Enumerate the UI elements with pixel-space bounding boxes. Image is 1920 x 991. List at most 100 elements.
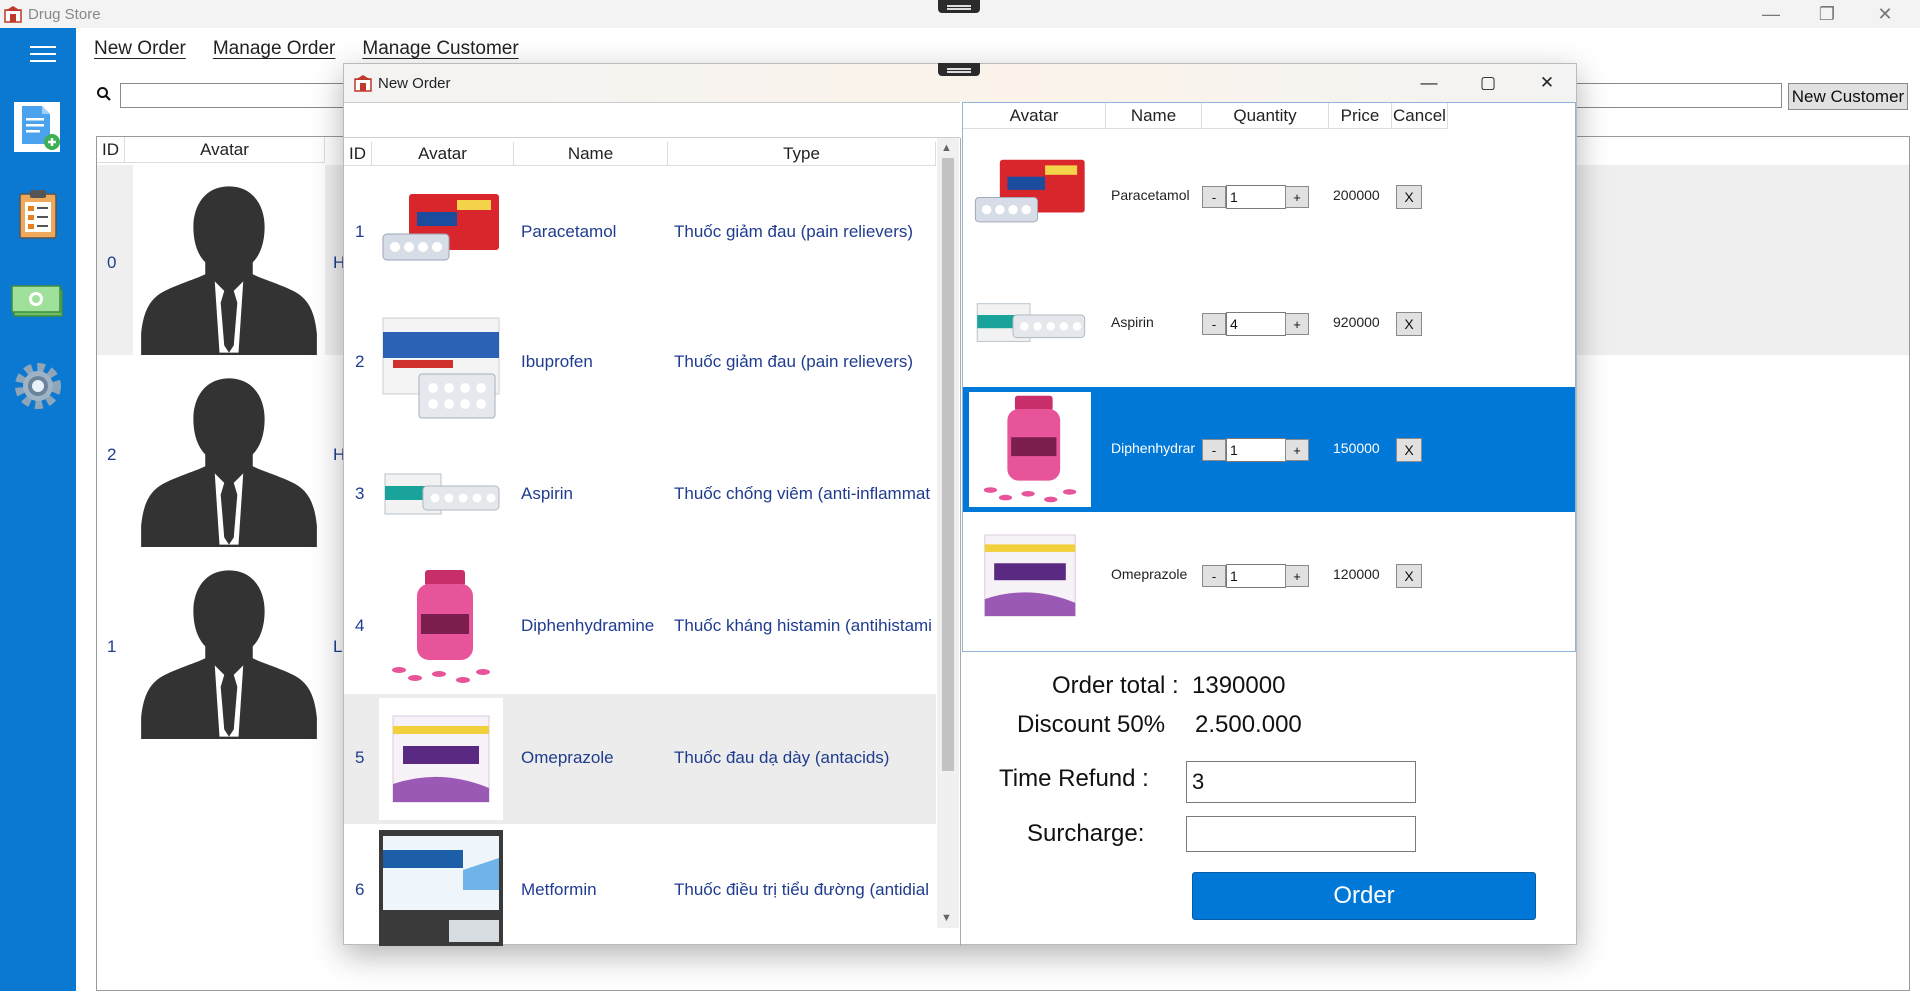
table-row[interactable]: 4 Diphenhydramine Thuốc kháng histamin (…: [344, 562, 936, 692]
drug-avatar: [984, 534, 1076, 617]
drug-id: 3: [355, 484, 365, 503]
time-refund-input[interactable]: 3: [1186, 761, 1416, 803]
hamburger-menu-icon[interactable]: [30, 46, 56, 64]
order-total-value: 1390000: [1192, 672, 1286, 699]
quantity-increase-button[interactable]: +: [1285, 439, 1309, 461]
new-customer-button[interactable]: New Customer: [1788, 83, 1908, 110]
drug-type: Thuốc đau dạ dày (antacids): [674, 748, 890, 767]
col-header-quantity[interactable]: Quantity: [1202, 103, 1329, 129]
drug-avatar: [379, 830, 503, 946]
cart-item-name: Diphenhydramine: [1111, 440, 1195, 456]
quantity-input[interactable]: 4: [1226, 312, 1286, 336]
cart-item-name: Aspirin: [1111, 314, 1154, 330]
quantity-decrease-button[interactable]: -: [1202, 439, 1226, 461]
quantity-decrease-button[interactable]: -: [1202, 313, 1226, 335]
table-row[interactable]: 5 Omeprazole Thuốc đau dạ dày (antacids): [344, 694, 936, 824]
col-header-avatar[interactable]: Avatar: [372, 142, 514, 166]
customer-id: 1: [107, 637, 117, 656]
col-header-id[interactable]: ID: [344, 142, 372, 166]
minimize-icon[interactable]: —: [1400, 64, 1458, 102]
minimize-icon[interactable]: —: [1744, 0, 1798, 28]
window-snap-grip[interactable]: [938, 0, 980, 13]
cancel-item-button[interactable]: X: [1396, 564, 1422, 588]
cart-grid[interactable]: Avatar Name Quantity Price Cancel Parace…: [962, 102, 1576, 652]
drug-grid-vertical-scrollbar[interactable]: ▲ ▼: [937, 138, 959, 928]
drug-id: 6: [355, 880, 365, 899]
scrollbar-thumb[interactable]: [942, 158, 954, 771]
dialog-title: New Order: [378, 74, 451, 92]
app-logo-icon: [354, 74, 372, 92]
col-header-price[interactable]: Price: [1329, 103, 1392, 129]
drug-name: Metformin: [521, 880, 597, 899]
col-header-id[interactable]: ID: [97, 137, 125, 163]
table-row[interactable]: 6 Metformin Thuốc điều trị tiểu đường (a…: [344, 826, 936, 946]
drug-avatar: [969, 392, 1091, 507]
scroll-down-icon[interactable]: ▼: [941, 912, 952, 924]
settings-gear-icon[interactable]: [10, 358, 66, 414]
money-icon[interactable]: [10, 272, 66, 328]
drug-type: Thuốc điều trị tiểu đường (antidial: [674, 880, 929, 899]
table-row[interactable]: 3 Aspirin Thuốc chống viêm (anti-inflamm…: [344, 430, 936, 560]
surcharge-input[interactable]: [1186, 816, 1416, 852]
cancel-item-button[interactable]: X: [1396, 185, 1422, 209]
time-refund-label: Time Refund :: [999, 765, 1149, 792]
drug-id: 2: [355, 352, 365, 371]
surcharge-label: Surcharge:: [1027, 820, 1145, 847]
scroll-up-icon[interactable]: ▲: [941, 142, 952, 154]
quantity-increase-button[interactable]: +: [1285, 565, 1309, 587]
main-menubar: New Order Manage Order Manage Customer: [94, 38, 519, 60]
menu-manage-customer[interactable]: Manage Customer: [362, 38, 518, 60]
quantity-decrease-button[interactable]: -: [1202, 565, 1226, 587]
customer-id: 0: [107, 253, 117, 272]
cancel-item-button[interactable]: X: [1396, 438, 1422, 462]
menu-new-order[interactable]: New Order: [94, 38, 186, 60]
col-header-name[interactable]: Name: [1106, 103, 1202, 129]
table-row[interactable]: 1 Paracetamol Thuốc giảm đau (pain relie…: [344, 168, 936, 298]
app-title: Drug Store: [28, 5, 101, 23]
quantity-increase-button[interactable]: +: [1285, 186, 1309, 208]
drug-avatar: [974, 159, 1085, 223]
manage-order-icon[interactable]: [10, 188, 66, 244]
avatar: [133, 165, 325, 355]
col-header-name[interactable]: Name: [514, 142, 668, 166]
cart-row[interactable]: Paracetamol - 1 + 200000 X: [963, 134, 1575, 259]
search-icon: [97, 87, 111, 101]
drug-avatar: [384, 473, 500, 515]
col-header-avatar[interactable]: Avatar: [963, 103, 1106, 129]
cart-row[interactable]: Diphenhydramine - 1 + 150000 X: [963, 387, 1575, 512]
new-order-icon[interactable]: [10, 100, 66, 156]
cancel-item-button[interactable]: X: [1396, 312, 1422, 336]
menu-manage-order[interactable]: Manage Order: [213, 38, 336, 60]
drug-name: Aspirin: [521, 484, 573, 503]
col-header-avatar[interactable]: Avatar: [125, 137, 325, 163]
cart-item-price: 920000: [1333, 314, 1380, 330]
quantity-input[interactable]: 1: [1226, 185, 1286, 209]
drug-name: Diphenhydramine: [521, 616, 655, 635]
avatar: [133, 549, 325, 739]
customer-id: 2: [107, 445, 117, 464]
cart-item-name: Omeprazole: [1111, 566, 1188, 582]
quantity-increase-button[interactable]: +: [1285, 313, 1309, 335]
cart-item-price: 120000: [1333, 566, 1380, 582]
order-button[interactable]: Order: [1192, 872, 1536, 920]
close-icon[interactable]: ✕: [1518, 64, 1576, 102]
quantity-input[interactable]: 1: [1226, 564, 1286, 588]
window-snap-grip[interactable]: [938, 63, 980, 76]
quantity-decrease-button[interactable]: -: [1202, 186, 1226, 208]
close-icon[interactable]: ✕: [1858, 0, 1912, 28]
drug-avatar: [976, 303, 1086, 342]
col-header-type[interactable]: Type: [668, 142, 936, 166]
maximize-icon[interactable]: ▢: [1459, 64, 1517, 102]
drug-grid[interactable]: ID Avatar Name Type 1 Paracetamol Thuốc …: [344, 138, 961, 946]
drug-search-input[interactable]: [344, 102, 960, 138]
cart-item-price: 200000: [1333, 187, 1380, 203]
col-header-cancel[interactable]: Cancel: [1392, 103, 1448, 129]
cart-row[interactable]: Aspirin - 4 + 920000 X: [963, 261, 1575, 386]
main-titlebar: Drug Store — ❐ ✕: [0, 0, 1920, 28]
new-order-dialog: New Order — ▢ ✕ ID Avatar Name Type 1 Pa…: [343, 63, 1577, 946]
drug-id: 1: [355, 222, 365, 241]
cart-row[interactable]: Omeprazole - 1 + 120000 X: [963, 513, 1575, 638]
table-row[interactable]: 2 Ibuprofen Thuốc giảm đau (pain relieve…: [344, 298, 936, 428]
restore-icon[interactable]: ❐: [1800, 0, 1854, 28]
quantity-input[interactable]: 1: [1226, 438, 1286, 462]
